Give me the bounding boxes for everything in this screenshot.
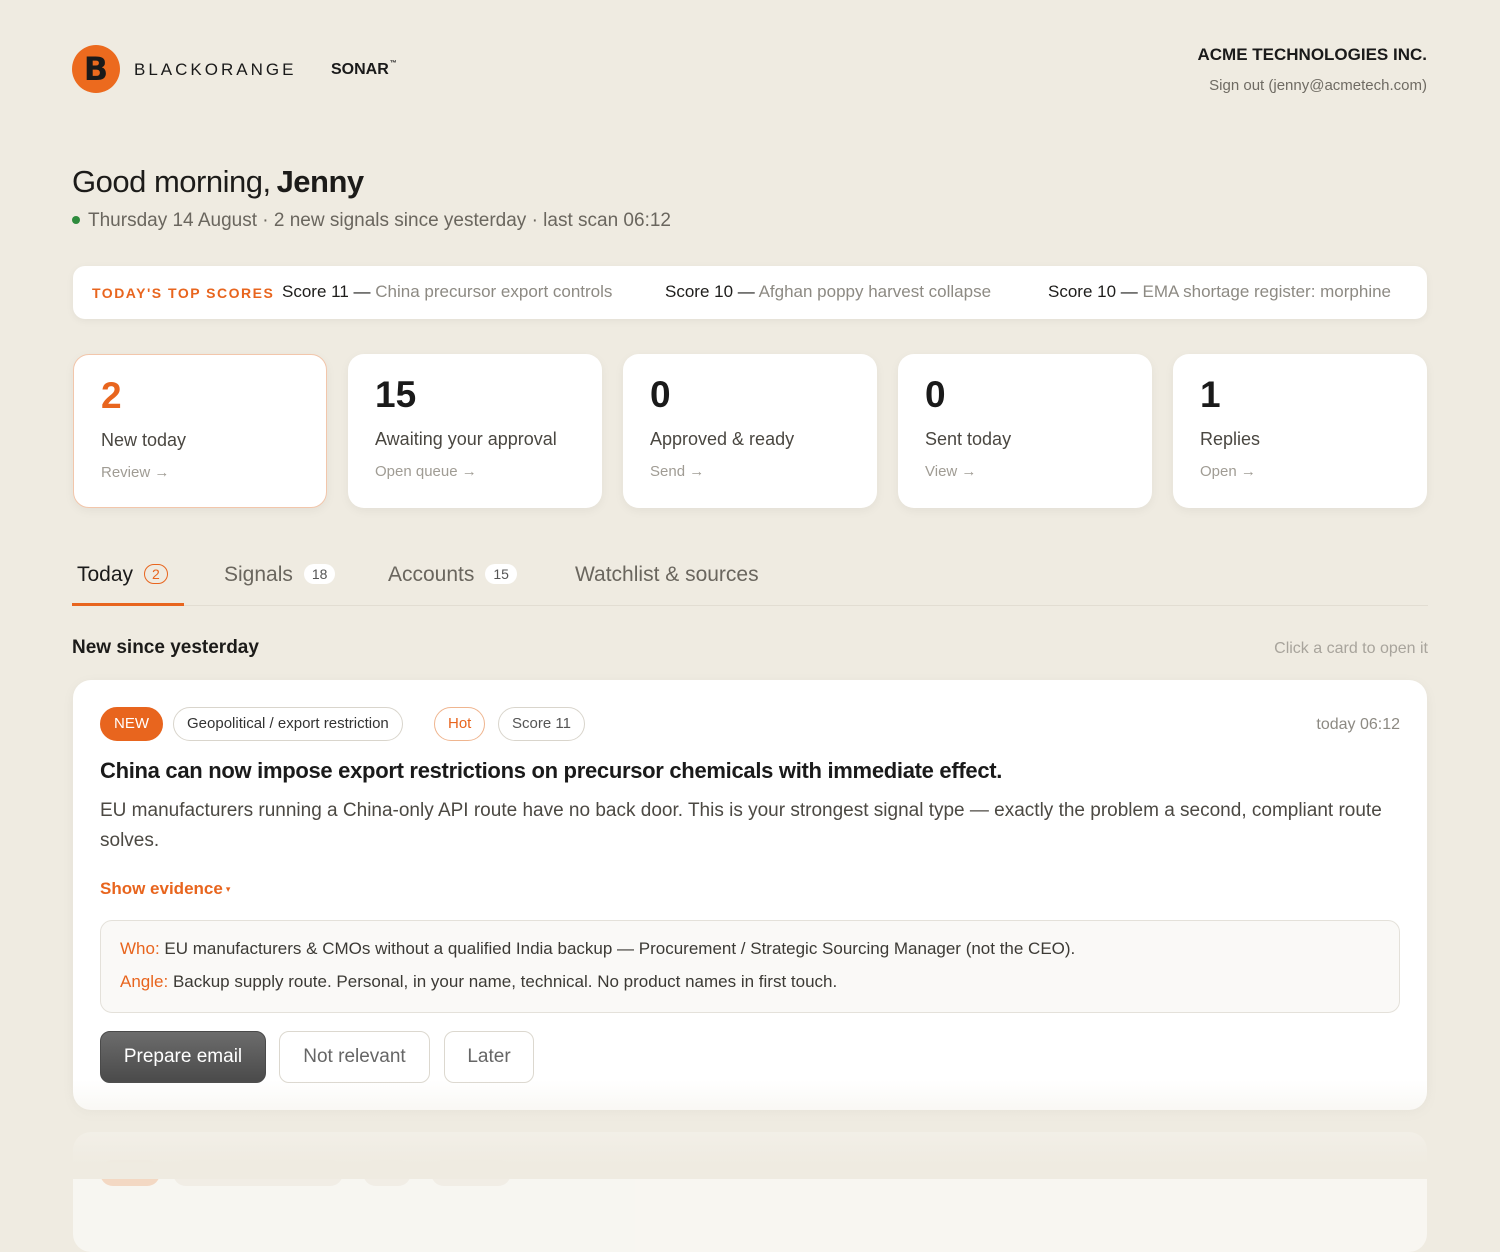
not-relevant-button[interactable]: Not relevant bbox=[279, 1031, 430, 1083]
status-dot-icon bbox=[72, 216, 80, 224]
signal-description: EU manufacturers running a China-only AP… bbox=[100, 800, 1382, 851]
score-tag: Score 11 bbox=[498, 707, 585, 741]
section-title: New since yesterday bbox=[72, 637, 259, 658]
brand-logo-icon: B bbox=[72, 45, 120, 93]
sign-out-link[interactable]: Sign out (jenny@acmetech.com) bbox=[1209, 77, 1427, 94]
tab-label: Accounts bbox=[388, 563, 475, 586]
stat-value: 2 bbox=[101, 375, 122, 416]
hot-tag: Hot bbox=[434, 707, 486, 741]
top-score-text: EMA shortage register: morphine bbox=[1142, 282, 1392, 301]
company-name: ACME TECHNOLOGIES INC. bbox=[1197, 45, 1427, 64]
later-button[interactable]: Later bbox=[444, 1031, 534, 1083]
product-name-text: SONAR bbox=[331, 61, 389, 78]
stat-card-approved-ready[interactable]: 0 Approved & ready Send → bbox=[623, 354, 877, 508]
active-tab-indicator bbox=[72, 603, 184, 606]
stat-action-link[interactable]: Open → bbox=[1200, 463, 1256, 480]
greeting-name: Jenny bbox=[276, 164, 365, 199]
who-label: Who: bbox=[120, 939, 160, 958]
stat-action-link[interactable]: View → bbox=[925, 463, 976, 480]
section-hint: Click a card to open it bbox=[1274, 640, 1428, 657]
tab-label: Watchlist & sources bbox=[575, 563, 759, 586]
stat-value: 0 bbox=[925, 374, 946, 415]
category-tag: Geopolitical / export restriction bbox=[173, 707, 403, 741]
angle-label: Angle: bbox=[120, 972, 169, 991]
who-text: EU manufacturers & CMOs without a qualif… bbox=[164, 939, 1076, 958]
top-score-value: Score 10 — bbox=[665, 282, 755, 301]
tab-count-badge: 18 bbox=[303, 564, 336, 584]
prepare-email-button[interactable]: Prepare email bbox=[100, 1031, 266, 1083]
caret-down-icon: ▾ bbox=[225, 884, 231, 894]
new-badge: NEW bbox=[100, 707, 163, 741]
targeting-box: Who: EU manufacturers & CMOs without a q… bbox=[100, 920, 1400, 1013]
angle-row: Angle: Backup supply route. Personal, in… bbox=[120, 972, 837, 992]
page-greeting: Good morning, Jenny bbox=[72, 164, 364, 200]
top-score-item[interactable]: Score 10 — EMA shortage register: morphi… bbox=[1048, 282, 1391, 302]
stat-action-link[interactable]: Open queue → bbox=[375, 463, 477, 480]
tab-accounts[interactable]: Accounts 15 bbox=[388, 563, 517, 587]
stat-card-new-today[interactable]: 2 New today Review → bbox=[73, 354, 327, 508]
stat-label: Awaiting your approval bbox=[375, 429, 557, 449]
bottom-fade-overlay bbox=[0, 1080, 1500, 1179]
top-score-value: Score 10 — bbox=[1048, 282, 1138, 301]
show-evidence-label: Show evidence bbox=[100, 879, 223, 898]
stat-label: Replies bbox=[1200, 429, 1261, 449]
stat-value: 0 bbox=[650, 374, 671, 415]
angle-text: Backup supply route. Personal, in your n… bbox=[172, 972, 838, 991]
tab-count-badge: 15 bbox=[485, 564, 517, 584]
brand-name: BLACKORANGE bbox=[134, 60, 297, 79]
tab-label: Signals bbox=[224, 563, 293, 586]
tabs-divider bbox=[72, 605, 1428, 606]
stat-value: 15 bbox=[375, 374, 417, 415]
top-score-text: China precursor export controls bbox=[375, 282, 613, 301]
stat-action-link[interactable]: Send → bbox=[650, 463, 704, 480]
stat-label: Sent today bbox=[925, 429, 1012, 449]
stat-action-link[interactable]: Review → bbox=[101, 464, 169, 481]
show-evidence-toggle[interactable]: Show evidence ▾ bbox=[100, 879, 230, 899]
stat-label: New today bbox=[101, 430, 187, 450]
top-score-item[interactable]: Score 11 — China precursor export contro… bbox=[282, 282, 612, 302]
tab-label: Today bbox=[77, 563, 134, 586]
top-scores-label: TODAY'S TOP SCORES bbox=[92, 285, 275, 301]
top-scores-bar: TODAY'S TOP SCORES Score 11 — China prec… bbox=[73, 266, 1427, 319]
top-score-item[interactable]: Score 10 — Afghan poppy harvest collapse bbox=[665, 282, 991, 302]
signal-title: China can now impose export restrictions… bbox=[100, 758, 1003, 783]
signal-card[interactable]: NEW Geopolitical / export restriction Ho… bbox=[73, 680, 1427, 1110]
tab-count-badge: 2 bbox=[144, 564, 168, 584]
top-score-value: Score 11 — bbox=[282, 282, 371, 301]
subline-text: Thursday 14 August · 2 new signals since… bbox=[88, 210, 671, 231]
product-name: SONAR™ bbox=[331, 60, 397, 79]
tab-watchlist-sources[interactable]: Watchlist & sources bbox=[575, 563, 759, 587]
greeting-prefix: Good morning, bbox=[72, 164, 271, 199]
top-score-text: Afghan poppy harvest collapse bbox=[758, 282, 992, 301]
stat-card-awaiting-approval[interactable]: 15 Awaiting your approval Open queue → bbox=[348, 354, 602, 508]
tab-today[interactable]: Today 2 bbox=[77, 563, 168, 587]
greeting-subline: Thursday 14 August · 2 new signals since… bbox=[72, 210, 671, 232]
trademark-mark: ™ bbox=[389, 60, 397, 67]
stat-label: Approved & ready bbox=[650, 429, 795, 449]
tab-signals[interactable]: Signals 18 bbox=[224, 563, 336, 587]
stat-value: 1 bbox=[1200, 374, 1221, 415]
stat-card-replies[interactable]: 1 Replies Open → bbox=[1173, 354, 1427, 508]
signal-timestamp: today 06:12 bbox=[1316, 716, 1400, 733]
who-row: Who: EU manufacturers & CMOs without a q… bbox=[120, 939, 1075, 959]
stat-card-sent-today[interactable]: 0 Sent today View → bbox=[898, 354, 1152, 508]
